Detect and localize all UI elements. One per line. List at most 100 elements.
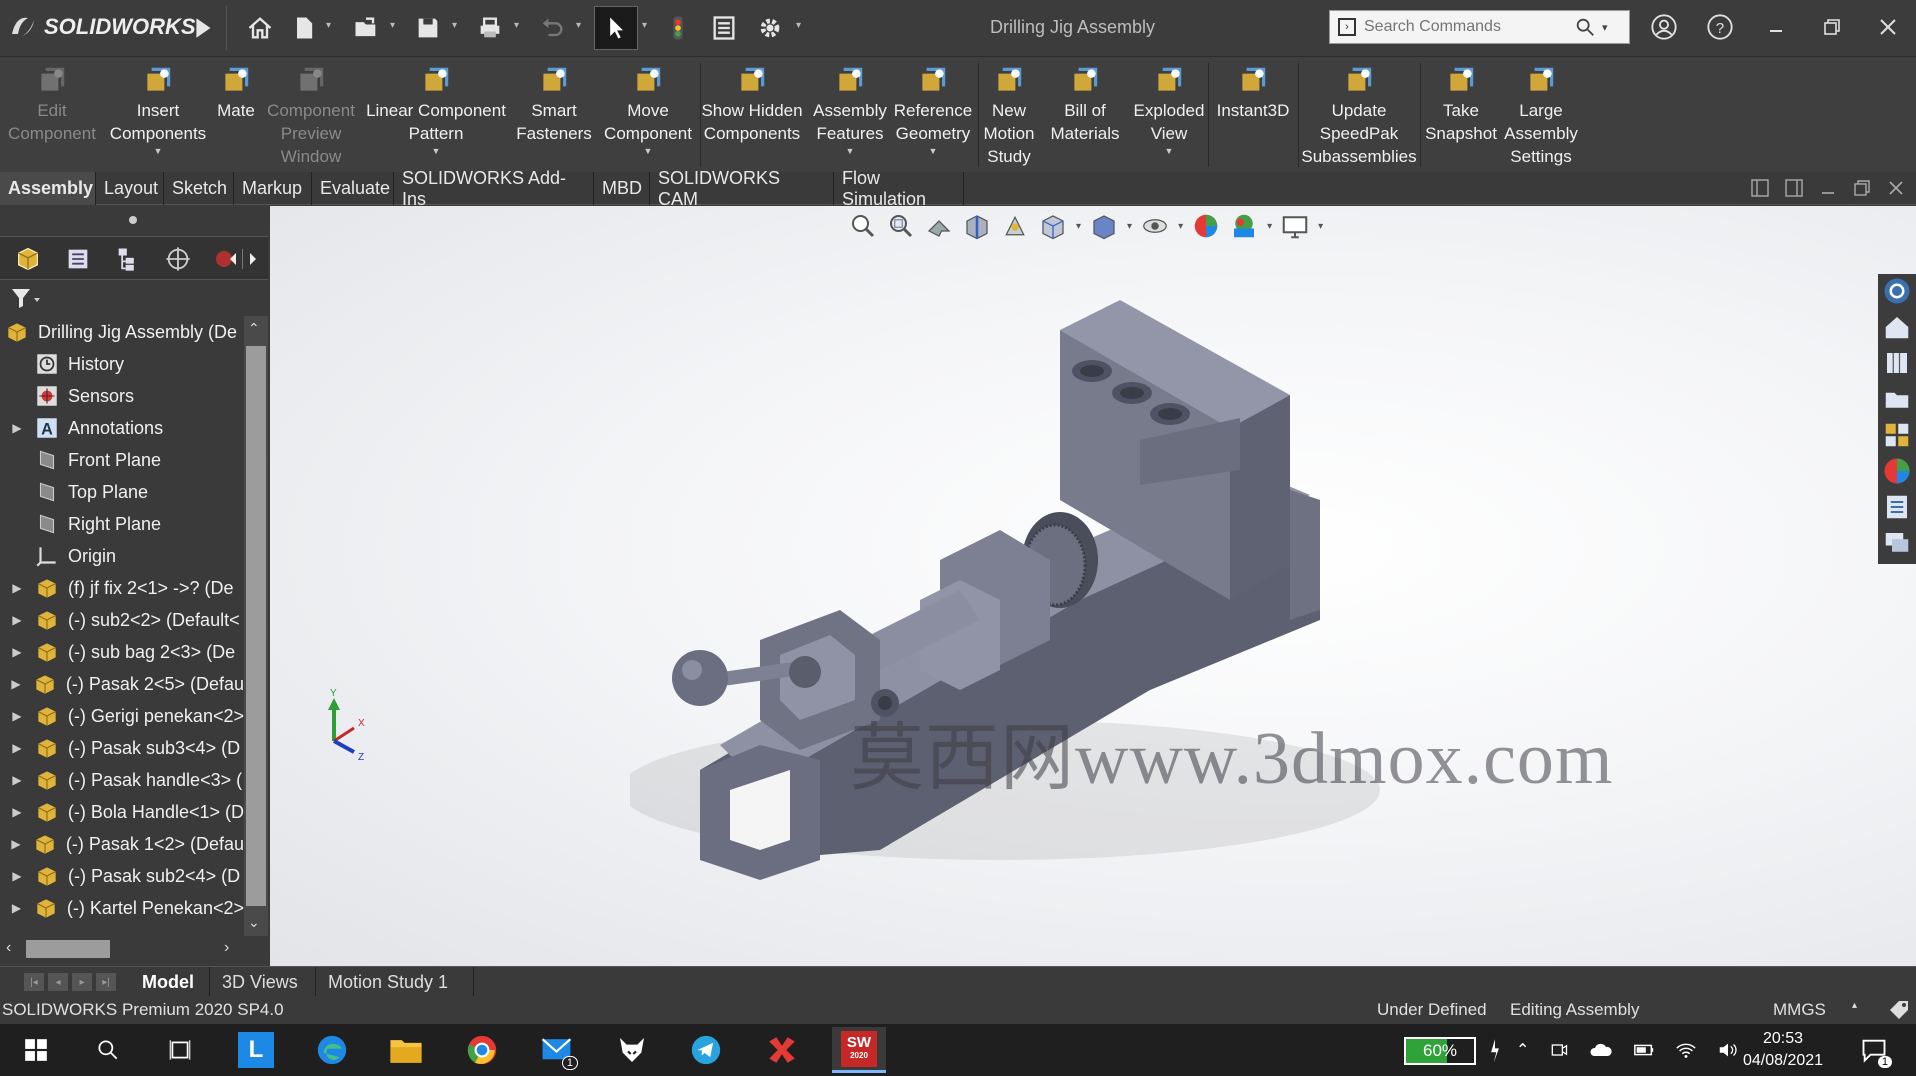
reference-geometry-button[interactable]: Reference Geometry ▼ <box>892 57 974 173</box>
edit-component-button[interactable]: Edit Component <box>0 57 104 173</box>
chevron-down-icon[interactable]: ▼ <box>1165 145 1174 157</box>
tree-node[interactable]: Right Plane <box>0 508 244 540</box>
clock[interactable]: 20:53 04/08/2021 <box>1735 1028 1831 1072</box>
apply-scene-dropdown-icon[interactable]: ▾ <box>1267 221 1272 232</box>
property-manager-tab-icon[interactable] <box>58 241 98 277</box>
search-dropdown-icon[interactable]: ▾ <box>1602 21 1608 34</box>
tree-node[interactable]: Top Plane <box>0 476 244 508</box>
telegram-icon[interactable] <box>684 1030 728 1070</box>
assembly-features-button[interactable]: Assembly Features ▼ <box>808 57 892 173</box>
view-orientation-dropdown-icon[interactable]: ▾ <box>1076 221 1081 232</box>
tree-node[interactable]: History <box>0 348 244 380</box>
tab-flow-simulation[interactable]: Flow Simulation <box>834 168 964 209</box>
update-speedpak-subassemblies-button[interactable]: Update SpeedPak Subassemblies <box>1298 57 1420 173</box>
solidworks-taskbar-icon[interactable]: SW 2020 <box>832 1027 886 1073</box>
linear-component-pattern-button[interactable]: Linear Component Pattern ▼ <box>362 57 510 173</box>
show-hidden-icons-icon[interactable]: ⌃ <box>1516 1040 1529 1060</box>
expand-arrow-icon[interactable]: ▶ <box>0 645 34 659</box>
scroll-right-arrow-icon[interactable]: › <box>224 939 229 957</box>
exploded-view-button[interactable]: Exploded View ▼ <box>1128 57 1210 173</box>
chevron-down-icon[interactable]: ▼ <box>846 145 855 157</box>
bill-of-materials-button[interactable]: Bill of Materials <box>1042 57 1128 173</box>
restore-icon[interactable] <box>1812 10 1852 44</box>
tab-assembly[interactable]: Assembly <box>0 172 96 205</box>
tree-horizontal-scrollbar[interactable]: ‹ › <box>0 938 244 960</box>
tree-node[interactable]: ▶ A Annotations <box>0 412 244 444</box>
expand-arrow-icon[interactable]: ▶ <box>0 613 34 627</box>
select-dropdown-icon[interactable]: ▾ <box>642 20 652 31</box>
dimxpert-tab-icon[interactable] <box>158 241 198 277</box>
zoom-to-fit-icon[interactable] <box>848 211 878 241</box>
tab-evaluate[interactable]: Evaluate <box>312 172 394 205</box>
tab-solidworks-add-ins[interactable]: SOLIDWORKS Add-Ins <box>394 168 594 209</box>
tree-node[interactable]: Drilling Jig Assembly (De <box>0 316 244 348</box>
onedrive-icon[interactable] <box>1589 1040 1613 1060</box>
previous-view-icon[interactable] <box>924 211 954 241</box>
show-hidden-components-button[interactable]: Show Hidden Components <box>700 57 804 173</box>
mail-icon[interactable]: 1 <box>536 1030 580 1070</box>
tab-mbd[interactable]: MBD <box>594 172 650 205</box>
view-orientation-icon[interactable] <box>1038 211 1068 241</box>
tree-node[interactable]: Sensors <box>0 380 244 412</box>
view-palette-icon[interactable] <box>1882 420 1912 450</box>
bottom-tab-model[interactable]: Model <box>130 967 210 997</box>
edit-appearance-icon[interactable] <box>1191 211 1221 241</box>
print-dropdown-icon[interactable]: ▾ <box>514 20 524 31</box>
scroll-down-arrow-icon[interactable]: ⌄ <box>248 914 260 931</box>
bottom-tab-3d-views[interactable]: 3D Views <box>210 967 316 997</box>
open-folder-icon[interactable] <box>348 8 384 48</box>
solidworks-resources-icon[interactable] <box>1882 276 1912 306</box>
chevron-down-icon[interactable]: ▼ <box>644 145 653 157</box>
home-tab-icon[interactable] <box>1882 312 1912 342</box>
expand-arrow-icon[interactable]: ▶ <box>0 773 34 787</box>
expand-arrow-icon[interactable]: ▶ <box>0 805 34 819</box>
tab-layout[interactable]: Layout <box>96 172 164 205</box>
file-explorer-icon[interactable] <box>1882 384 1912 414</box>
scroll-up-arrow-icon[interactable]: ⌃ <box>248 320 260 337</box>
close-icon[interactable] <box>1868 10 1908 44</box>
expand-arrow-icon[interactable]: ▶ <box>0 837 32 851</box>
expand-arrow-icon[interactable]: ▶ <box>0 869 34 883</box>
search-commands-box[interactable]: › ▾ <box>1329 10 1630 44</box>
tree-node[interactable]: ▶ (-) Gerigi penekan<2> <box>0 700 244 732</box>
hscroll-thumb[interactable] <box>26 940 110 958</box>
open-dropdown-icon[interactable]: ▾ <box>390 20 400 31</box>
display-style-icon[interactable] <box>1089 211 1119 241</box>
chrome-browser-icon[interactable] <box>460 1030 504 1070</box>
custom-properties-icon[interactable] <box>1882 492 1912 522</box>
edge-browser-icon[interactable] <box>310 1030 354 1070</box>
tree-node[interactable]: ▶ (-) sub bag 2<3> (De <box>0 636 244 668</box>
tab-markup[interactable]: Markup <box>234 172 312 205</box>
instant3d-button[interactable]: Instant3D <box>1208 57 1298 173</box>
zoom-to-area-icon[interactable] <box>886 211 916 241</box>
file-properties-icon[interactable] <box>706 8 742 48</box>
user-account-icon[interactable] <box>1644 10 1684 44</box>
expand-arrow-icon[interactable]: ▶ <box>0 901 33 915</box>
tree-node[interactable]: ▶ (-) Pasak sub3<4> (D <box>0 732 244 764</box>
move-component-button[interactable]: Move Component ▼ <box>598 57 698 173</box>
windows-start-icon[interactable] <box>14 1030 58 1070</box>
tab-solidworks-cam[interactable]: SOLIDWORKS CAM <box>650 168 834 209</box>
app-l-icon[interactable]: L <box>234 1030 278 1070</box>
tree-node[interactable]: ▶ (-) Pasak sub2<4> (D <box>0 860 244 892</box>
tree-node[interactable]: ▶ (-) Pasak handle<3> ( <box>0 764 244 796</box>
scroll-left-arrow-icon[interactable]: ‹ <box>6 939 11 957</box>
unit-dropdown-icon[interactable]: ▴ <box>1852 1000 1857 1011</box>
solidworks-logo[interactable]: SOLIDWORKS <box>8 10 196 44</box>
view-settings-icon[interactable] <box>1280 211 1310 241</box>
unit-system[interactable]: MMGS <box>1773 1000 1826 1020</box>
file-explorer-icon[interactable] <box>384 1030 428 1070</box>
feature-tree-tab-icon[interactable] <box>8 241 48 277</box>
design-library-icon[interactable] <box>1882 348 1912 378</box>
filter-icon[interactable] <box>10 286 40 310</box>
chevron-down-icon[interactable]: ▼ <box>929 145 938 157</box>
undo-icon[interactable] <box>534 8 570 48</box>
task-view-icon[interactable] <box>158 1030 202 1070</box>
save-dropdown-icon[interactable]: ▾ <box>452 20 462 31</box>
wifi-icon[interactable] <box>1675 1040 1697 1060</box>
smart-fasteners-button[interactable]: Smart Fasteners <box>510 57 598 173</box>
large-assembly-settings-button[interactable]: Large Assembly Settings <box>1502 57 1580 173</box>
apply-scene-icon[interactable] <box>1229 211 1259 241</box>
battery-indicator[interactable]: 60% <box>1404 1037 1476 1065</box>
mate-button[interactable]: Mate <box>212 57 260 173</box>
